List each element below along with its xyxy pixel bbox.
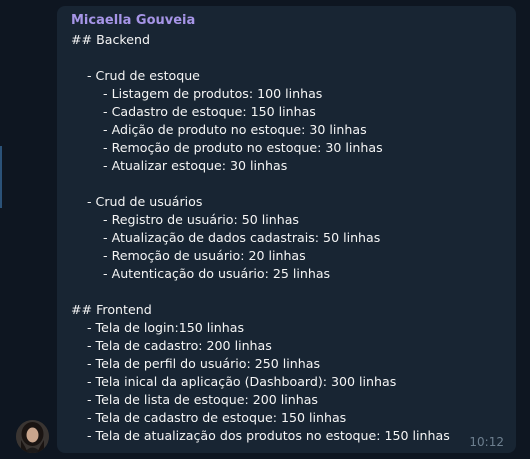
message-timestamp: 10:12 (469, 435, 504, 449)
message-line: - Crud de usuários (71, 194, 203, 209)
sender-avatar[interactable] (16, 420, 49, 453)
sender-name[interactable]: Micaella Gouveia (71, 13, 195, 28)
message-line: - Crud de estoque (71, 68, 200, 83)
scroll-indicator (0, 146, 2, 208)
message-line: - Listagem de produtos: 100 linhas (71, 86, 323, 101)
avatar-photo-icon (16, 420, 49, 453)
message-line: - Cadastro de estoque: 150 linhas (71, 104, 316, 119)
message-line: - Tela de lista de estoque: 200 linhas (71, 392, 318, 407)
message-line: - Tela de cadastro: 200 linhas (71, 338, 272, 353)
message-line: - Tela de login:150 linhas (71, 320, 245, 335)
chat-area: Micaella Gouveia ## Backend - Crud de es… (0, 0, 530, 459)
message-line: - Tela de atualização dos produtos no es… (71, 428, 450, 443)
message-line: - Atualizar estoque: 30 linhas (71, 158, 288, 173)
message-line: - Registro de usuário: 50 linhas (71, 212, 299, 227)
message-line: - Tela de cadastro de estoque: 150 linha… (71, 410, 347, 425)
message-line: - Remoção de usuário: 20 linhas (71, 248, 306, 263)
message-line: - Adição de produto no estoque: 30 linha… (71, 122, 367, 137)
message-line: - Tela inical da aplicação (Dashboard): … (71, 374, 397, 389)
message-line: - Remoção de produto no estoque: 30 linh… (71, 140, 383, 155)
message-line: ## Backend (71, 32, 150, 47)
message-line: - Atualização de dados cadastrais: 50 li… (71, 230, 381, 245)
message-line: ## Frontend (71, 302, 152, 317)
message-line: - Autenticação do usuário: 25 linhas (71, 266, 331, 281)
message-bubble[interactable]: Micaella Gouveia ## Backend - Crud de es… (57, 6, 516, 453)
message-line: - Tela de perfil do usuário: 250 linhas (71, 356, 321, 371)
